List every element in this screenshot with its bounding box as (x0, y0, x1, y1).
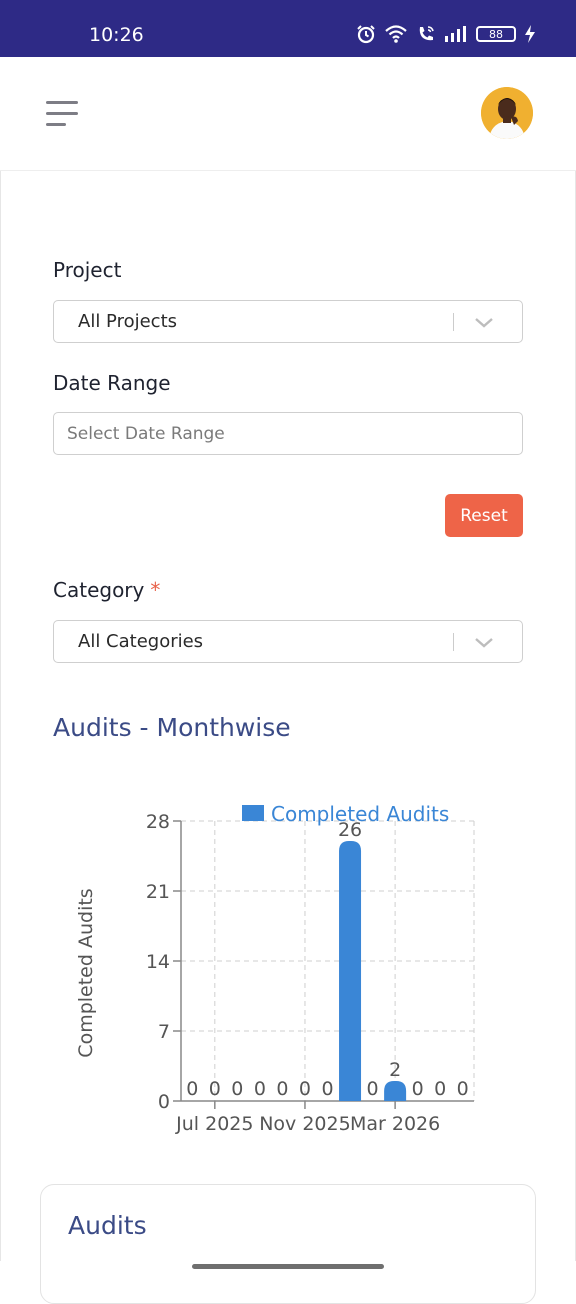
chart-data-label: 0 (434, 1078, 446, 1100)
chart-ytick-label: 7 (158, 1021, 170, 1043)
chart-ytick-label: 28 (146, 811, 170, 833)
chart-ylabel: Completed Audits (75, 888, 97, 1057)
home-indicator[interactable] (192, 1264, 384, 1269)
chart-data-label: 0 (299, 1078, 311, 1100)
chart-bar (339, 841, 362, 1101)
audits-monthwise-chart: 0 7 14 21 28 Jul 2025 Nov 2025 Mar 2026 0 0 0 0 0 0 0 2… (40, 781, 540, 1151)
category-select-value: All Categories (78, 631, 204, 652)
status-bar: 10:26 88 (0, 0, 576, 57)
call-icon (419, 26, 434, 41)
project-select[interactable]: All Projects (53, 300, 523, 343)
chart-legend-label: Completed Audits (271, 802, 449, 826)
chart-svg: 07142128Jul 2025 Nov 2025 Mar 20260 0 0 0 0 0 02… (75, 802, 475, 1135)
category-select[interactable]: All Categories (53, 620, 523, 663)
reset-button[interactable]: Reset (445, 494, 523, 537)
signal-icon (445, 26, 466, 42)
alarm-icon (357, 25, 375, 44)
status-icons: 88 (356, 24, 536, 44)
app-header (0, 57, 576, 171)
avatar-image (481, 87, 533, 139)
content-border-left (0, 171, 1, 1261)
project-label: Project (53, 258, 122, 282)
chart-ytick-label: 14 (146, 951, 170, 973)
chart-data-label: 0 (209, 1078, 221, 1100)
date-range-label: Date Range (53, 371, 171, 395)
chevron-down-icon[interactable] (472, 311, 496, 335)
chart-data-label: 0 (367, 1078, 379, 1100)
select-separator (453, 313, 454, 331)
battery-icon: 88 (476, 26, 516, 42)
chart-xtick-label: Mar 2026 (350, 1113, 440, 1135)
hamburger-menu-icon[interactable] (46, 101, 78, 127)
chart-bar (384, 1081, 407, 1101)
chart-data-label: 0 (186, 1078, 198, 1100)
chart-xtick-label: Jul 2025 (175, 1113, 253, 1135)
chart-data-label: 2 (389, 1059, 401, 1081)
project-select-value: All Projects (78, 311, 177, 332)
chart-xtick-label: Nov 2025 (259, 1113, 350, 1135)
required-asterisk: * (150, 578, 161, 602)
monthwise-title: Audits - Monthwise (53, 713, 291, 742)
chart-data-label: 0 (457, 1078, 469, 1100)
main-content: Project All Projects Date Range Reset Ca… (0, 171, 576, 1304)
date-range-input[interactable] (53, 412, 523, 455)
chart-data-label: 0 (231, 1078, 243, 1100)
chart-ytick-label: 0 (158, 1091, 170, 1113)
chart-data-label: 0 (412, 1078, 424, 1100)
status-time: 10:26 (89, 24, 144, 46)
chart-ytick-label: 21 (146, 881, 170, 903)
chart-data-label: 0 (276, 1078, 288, 1100)
chevron-down-icon[interactable] (472, 631, 496, 655)
wifi-icon (385, 25, 407, 43)
chart-data-label: 0 (321, 1078, 333, 1100)
user-avatar[interactable] (481, 87, 533, 139)
audits-card: Audits (40, 1184, 536, 1304)
chart-data-label: 0 (254, 1078, 266, 1100)
select-separator (453, 633, 454, 651)
category-label: Category * (53, 578, 160, 602)
audits-card-title: Audits (68, 1211, 147, 1240)
charging-icon (525, 25, 535, 43)
chart-legend-swatch (242, 805, 264, 821)
category-label-text: Category (53, 578, 145, 602)
